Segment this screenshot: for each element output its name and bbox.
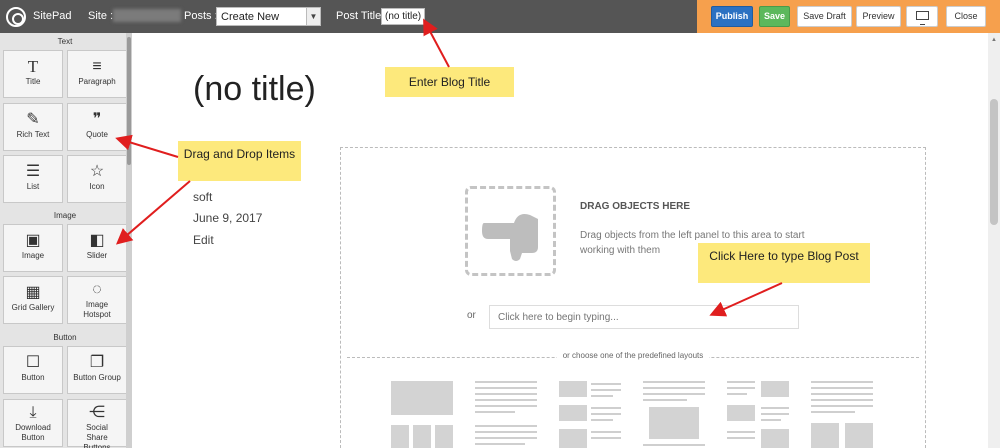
arrow-to-title [423,18,450,68]
arrow-to-slider [115,180,191,245]
arrow-to-quote [115,134,179,158]
callout-arrows [115,18,783,317]
arrow-to-typing [709,282,783,317]
